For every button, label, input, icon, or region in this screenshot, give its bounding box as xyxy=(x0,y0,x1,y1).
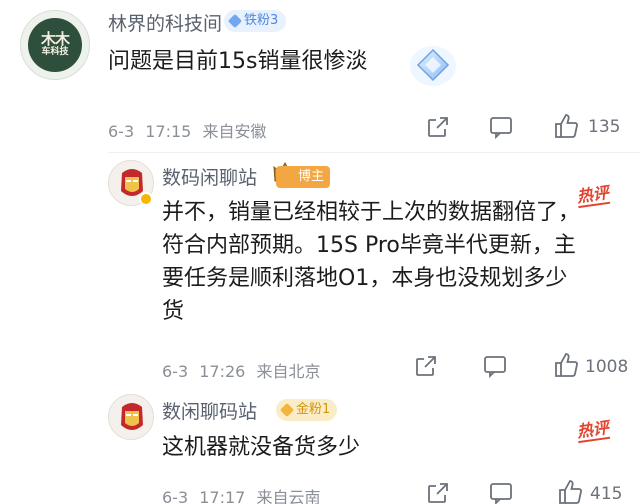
gold-fan-badge[interactable]: 金粉1 xyxy=(276,399,338,421)
like-count: 135 xyxy=(588,117,621,137)
reply-text-line: 要任务是顺利落地O1，本身也没规划多少 xyxy=(162,266,568,291)
comment-date: 6-3 xyxy=(108,122,135,141)
share-icon[interactable] xyxy=(426,115,450,139)
avatar[interactable]: 木木 车科技 xyxy=(20,10,90,80)
thumbs-up-icon[interactable] xyxy=(552,112,580,140)
reply-meta: 6-3 17:17 来自云南 xyxy=(162,484,320,504)
reply-text-line: 并不，销量已经相较于上次的数据翻倍了， xyxy=(162,200,581,225)
verified-badge-icon xyxy=(139,192,153,206)
like-count: 1008 xyxy=(585,357,629,377)
reply-username[interactable]: 数码闲聊站 xyxy=(162,163,257,190)
thumbs-up-icon[interactable] xyxy=(556,478,584,504)
comment-meta: 6-3 17:15 来自安徽 xyxy=(108,118,266,142)
comment-location: 来自安徽 xyxy=(202,122,267,141)
comment-time: 17:15 xyxy=(145,122,192,141)
reply-avatar[interactable] xyxy=(108,394,154,440)
diamond-icon xyxy=(227,13,243,29)
avatar-logo-top-text: 木木 xyxy=(40,30,70,49)
comment-icon[interactable] xyxy=(488,114,514,140)
avatar-logo-bottom-text: 车科技 xyxy=(41,47,69,58)
diamond-icon xyxy=(279,402,295,418)
reply-date: 6-3 xyxy=(162,362,189,381)
hot-comment-tag: 热评 xyxy=(575,417,611,444)
reply-date: 6-3 xyxy=(162,488,189,504)
comment-text: 问题是目前15s销量很惨淡 xyxy=(108,49,368,74)
reply-meta: 6-3 17:26 来自北京 xyxy=(162,358,320,382)
comment-icon[interactable] xyxy=(488,480,514,504)
share-icon[interactable] xyxy=(414,354,438,378)
reply-time: 17:26 xyxy=(199,362,246,381)
reply-location: 来自云南 xyxy=(256,488,321,504)
reply-time: 17:17 xyxy=(199,488,246,504)
reply-text-line: 货 xyxy=(162,299,185,324)
blogger-badge-label: 博主 xyxy=(298,169,325,184)
reply-location: 来自北京 xyxy=(256,362,321,381)
iron-man-avatar-icon xyxy=(109,395,153,439)
fan-badge-label: 铁粉3 xyxy=(244,13,279,28)
thumbs-up-icon[interactable] xyxy=(552,351,580,379)
reply-text: 这机器就没备货多少 xyxy=(162,435,361,460)
reply-username[interactable]: 数闲聊码站 xyxy=(162,397,257,424)
diamond-sticker-icon xyxy=(408,40,458,90)
reply-text-line: 符合内部预期。15S Pro毕竟半代更新，主 xyxy=(162,233,576,258)
divider xyxy=(108,152,640,153)
blogger-badge[interactable]: 博主 xyxy=(276,166,331,188)
comment-username[interactable]: 林界的科技间 xyxy=(108,9,222,36)
comment-icon[interactable] xyxy=(482,353,508,379)
gold-fan-badge-label: 金粉1 xyxy=(296,402,331,417)
share-icon[interactable] xyxy=(426,481,450,504)
like-count: 415 xyxy=(590,484,623,504)
hot-comment-tag: 热评 xyxy=(575,182,611,209)
avatar-logo: 木木 车科技 xyxy=(28,18,82,72)
fan-badge[interactable]: 铁粉3 xyxy=(224,10,287,32)
